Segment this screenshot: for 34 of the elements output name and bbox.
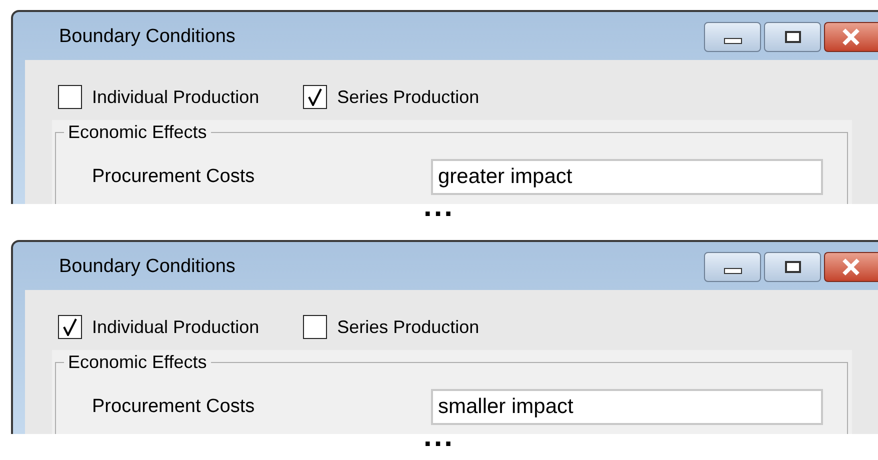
- minimize-button[interactable]: [704, 22, 761, 52]
- checkbox-label: Individual Production: [92, 316, 260, 338]
- input-field[interactable]: greater impact: [431, 159, 823, 195]
- window-title: Boundary Conditions: [59, 255, 236, 279]
- input-field[interactable]: smaller impact: [431, 389, 823, 425]
- checkbox-option[interactable]: Individual Production: [58, 84, 260, 110]
- checkbox-option[interactable]: Series Production: [303, 84, 480, 110]
- checkbox-label: Series Production: [337, 316, 480, 338]
- checkbox[interactable]: [58, 85, 82, 109]
- maximize-icon: [784, 31, 800, 43]
- checkmark-icon: [63, 318, 77, 336]
- minimize-button[interactable]: [704, 252, 761, 282]
- maximize-button[interactable]: [764, 252, 821, 282]
- checkbox-option[interactable]: Series Production: [303, 314, 480, 340]
- minimize-icon: [724, 38, 742, 44]
- checkbox-label: Individual Production: [92, 86, 260, 108]
- close-icon: [841, 258, 861, 276]
- close-button[interactable]: [824, 252, 878, 282]
- field-label: Procurement Costs: [92, 164, 256, 189]
- checkmark-icon: [308, 88, 322, 106]
- maximize-icon: [784, 261, 800, 273]
- minimize-icon: [724, 268, 742, 274]
- checkbox[interactable]: [303, 315, 328, 339]
- maximize-button[interactable]: [764, 22, 821, 52]
- close-icon: [841, 28, 861, 46]
- field-label: Procurement Costs: [92, 394, 256, 419]
- checkbox[interactable]: [303, 85, 328, 109]
- ellipsis: ...: [423, 196, 454, 218]
- checkbox-label: Series Production: [337, 86, 480, 108]
- checkbox[interactable]: [58, 315, 82, 339]
- ellipsis: ...: [423, 426, 454, 448]
- checkbox-option[interactable]: Individual Production: [58, 314, 260, 340]
- close-button[interactable]: [824, 22, 878, 52]
- window-title: Boundary Conditions: [59, 25, 236, 49]
